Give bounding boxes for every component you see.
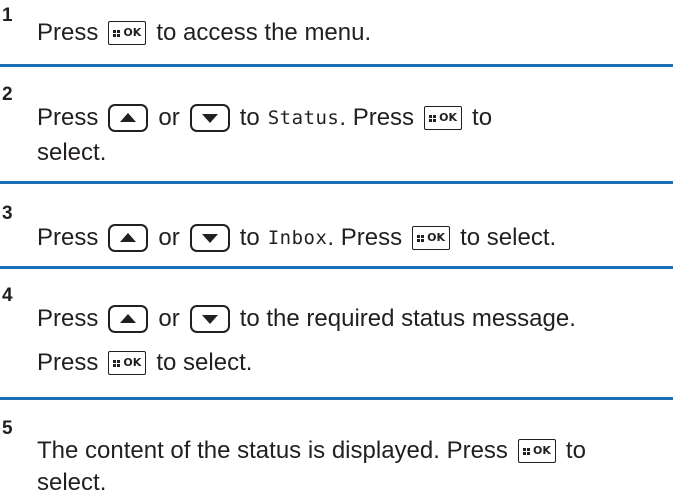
step-text: Press OK to select.	[37, 349, 252, 377]
text: The content of the status is displayed. …	[37, 437, 508, 464]
text: or	[158, 305, 180, 332]
text: Press	[37, 349, 99, 376]
menu-ok-button-icon: OK	[517, 439, 556, 463]
down-arrow-button-icon	[189, 104, 230, 132]
menu-ok-button-icon: OK	[108, 351, 147, 375]
up-arrow-button-icon	[108, 305, 149, 333]
text: select.	[37, 469, 107, 496]
menu-item-name: Status	[267, 107, 340, 129]
step-number: 3	[2, 203, 13, 224]
text: or	[158, 104, 180, 131]
text: or	[158, 224, 180, 251]
step-number: 5	[2, 418, 13, 439]
text: to	[472, 104, 493, 131]
step-text: Press OK to access the menu.	[37, 19, 371, 47]
step-divider	[0, 266, 673, 269]
text: Press	[37, 19, 99, 46]
text: . Press	[327, 224, 403, 251]
step-number: 1	[2, 5, 13, 26]
menu-item-name: Inbox	[267, 227, 328, 249]
text: select.	[37, 139, 107, 166]
text: Press	[37, 224, 99, 251]
step-text: Press or to the required status message.	[37, 305, 576, 333]
text: to	[239, 104, 260, 131]
menu-ok-button-icon: OK	[412, 226, 451, 250]
up-arrow-button-icon	[108, 104, 149, 132]
step-text: Press or to Status . Press OK to	[37, 104, 492, 132]
text: to select.	[156, 349, 253, 376]
step-divider	[0, 181, 673, 184]
text: Press	[37, 305, 99, 332]
up-arrow-button-icon	[108, 224, 149, 252]
step-divider	[0, 397, 673, 400]
text: to select.	[460, 224, 557, 251]
text: to	[239, 224, 260, 251]
step-text: select.	[37, 469, 106, 497]
text: Press	[37, 104, 99, 131]
text: to	[565, 437, 586, 464]
down-arrow-button-icon	[189, 305, 230, 333]
step-divider	[0, 64, 673, 67]
menu-ok-button-icon: OK	[424, 106, 463, 130]
step-text: select.	[37, 139, 106, 167]
text: . Press	[339, 104, 415, 131]
menu-ok-button-icon: OK	[108, 21, 147, 45]
step-number: 2	[2, 84, 13, 105]
text: to access the menu.	[156, 19, 372, 46]
down-arrow-button-icon	[189, 224, 230, 252]
step-text: The content of the status is displayed. …	[37, 437, 586, 465]
text: to the required status message.	[239, 305, 576, 332]
step-number: 4	[2, 285, 13, 306]
step-text: Press or to Inbox . Press OK to select.	[37, 224, 556, 252]
